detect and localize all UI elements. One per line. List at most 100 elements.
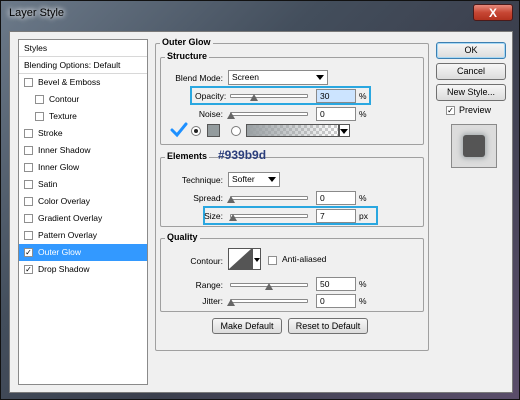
preview-swatch bbox=[463, 135, 485, 157]
ok-button[interactable]: OK bbox=[436, 42, 506, 59]
jitter-unit: % bbox=[359, 296, 367, 306]
styles-header[interactable]: Styles bbox=[19, 40, 147, 57]
style-checkbox[interactable] bbox=[24, 214, 33, 223]
styles-list: Styles Blending Options: Default Bevel &… bbox=[18, 39, 148, 385]
layer-style-window: Layer Style X Styles Blending Options: D… bbox=[0, 0, 520, 400]
jitter-slider[interactable] bbox=[227, 299, 308, 306]
cancel-button[interactable]: Cancel bbox=[436, 63, 506, 80]
style-item-label: Contour bbox=[49, 94, 80, 104]
quality-title: Quality bbox=[165, 232, 200, 242]
chevron-down-icon bbox=[340, 129, 348, 134]
preview-thumbnail bbox=[451, 124, 497, 168]
style-checkbox[interactable] bbox=[24, 231, 33, 240]
opacity-slider-thumb[interactable] bbox=[249, 94, 258, 101]
opacity-input[interactable]: 30 bbox=[316, 89, 356, 103]
style-item-label: Texture bbox=[49, 111, 77, 121]
gradient-picker[interactable] bbox=[246, 124, 339, 137]
style-item-label: Bevel & Emboss bbox=[38, 77, 101, 87]
style-checkbox[interactable] bbox=[24, 197, 33, 206]
noise-slider-thumb[interactable] bbox=[227, 112, 235, 119]
anti-aliased-checkbox[interactable] bbox=[268, 256, 277, 265]
opacity-unit: % bbox=[359, 91, 367, 101]
style-checkbox[interactable] bbox=[35, 95, 44, 104]
style-item-contour[interactable]: Contour bbox=[19, 91, 147, 108]
style-checkbox[interactable] bbox=[24, 163, 33, 172]
style-item-label: Outer Glow bbox=[38, 247, 81, 257]
close-button[interactable]: X bbox=[473, 4, 513, 21]
blend-mode-select[interactable]: Screen bbox=[228, 70, 328, 85]
style-item-texture[interactable]: Texture bbox=[19, 108, 147, 125]
technique-select[interactable]: Softer bbox=[228, 172, 280, 187]
contour-label: Contour: bbox=[190, 256, 223, 266]
range-unit: % bbox=[359, 279, 367, 289]
size-input[interactable]: 7 bbox=[316, 209, 356, 223]
glow-color-swatch[interactable] bbox=[207, 124, 220, 137]
noise-input[interactable]: 0 bbox=[316, 107, 356, 121]
style-item-satin[interactable]: Satin bbox=[19, 176, 147, 193]
checkmark-icon bbox=[170, 122, 188, 138]
style-item-label: Stroke bbox=[38, 128, 63, 138]
reset-default-button[interactable]: Reset to Default bbox=[288, 318, 368, 334]
style-item-label: Pattern Overlay bbox=[38, 230, 98, 240]
contour-dropdown[interactable] bbox=[252, 248, 261, 270]
spread-input[interactable]: 0 bbox=[316, 191, 356, 205]
new-style-button[interactable]: New Style... bbox=[436, 84, 506, 101]
title-bar[interactable]: Layer Style X bbox=[1, 1, 520, 27]
style-item-pattern-overlay[interactable]: Pattern Overlay bbox=[19, 227, 147, 244]
preview-checkbox[interactable]: ✓ bbox=[446, 106, 455, 115]
noise-unit: % bbox=[359, 109, 367, 119]
size-slider-thumb[interactable] bbox=[229, 214, 238, 221]
style-checkbox[interactable] bbox=[24, 180, 33, 189]
chevron-down-icon bbox=[316, 75, 324, 80]
spread-slider[interactable] bbox=[227, 196, 308, 203]
style-item-inner-glow[interactable]: Inner Glow bbox=[19, 159, 147, 176]
window-title: Layer Style bbox=[9, 7, 65, 19]
style-item-gradient-overlay[interactable]: Gradient Overlay bbox=[19, 210, 147, 227]
spread-label: Spread: bbox=[193, 193, 223, 203]
jitter-input[interactable]: 0 bbox=[316, 294, 356, 308]
size-label: Size: bbox=[204, 211, 223, 221]
style-item-label: Drop Shadow bbox=[38, 264, 90, 274]
range-slider-thumb[interactable] bbox=[265, 283, 273, 290]
style-checkbox[interactable] bbox=[24, 129, 33, 138]
jitter-slider-thumb[interactable] bbox=[227, 299, 235, 306]
spread-slider-thumb[interactable] bbox=[227, 196, 235, 203]
size-slider[interactable] bbox=[229, 214, 308, 221]
anti-aliased-label: Anti-aliased bbox=[282, 254, 327, 264]
style-item-stroke[interactable]: Stroke bbox=[19, 125, 147, 142]
make-default-button[interactable]: Make Default bbox=[212, 318, 282, 334]
style-checkbox[interactable]: ✓ bbox=[24, 248, 33, 257]
preview-label: Preview bbox=[459, 105, 492, 115]
style-checkbox[interactable] bbox=[35, 112, 44, 121]
gradient-dropdown[interactable] bbox=[339, 124, 350, 137]
style-item-inner-shadow[interactable]: Inner Shadow bbox=[19, 142, 147, 159]
spread-unit: % bbox=[359, 193, 367, 203]
style-item-label: Gradient Overlay bbox=[38, 213, 103, 223]
gradient-radio[interactable] bbox=[231, 126, 241, 136]
style-item-outer-glow[interactable]: ✓ Outer Glow bbox=[19, 244, 147, 261]
range-input[interactable]: 50 bbox=[316, 277, 356, 291]
structure-title: Structure bbox=[165, 51, 210, 61]
style-item-drop-shadow[interactable]: ✓ Drop Shadow bbox=[19, 261, 147, 278]
style-item-label: Satin bbox=[38, 179, 58, 189]
style-checkbox[interactable] bbox=[24, 146, 33, 155]
opacity-slider[interactable] bbox=[230, 94, 308, 101]
range-slider[interactable] bbox=[230, 283, 308, 290]
contour-preview[interactable] bbox=[228, 248, 252, 270]
contour-curve-icon bbox=[229, 249, 251, 269]
style-checkbox[interactable]: ✓ bbox=[24, 265, 33, 274]
style-item-label: Color Overlay bbox=[38, 196, 90, 206]
size-unit: px bbox=[359, 211, 368, 221]
opacity-label: Opacity: bbox=[195, 91, 227, 101]
style-item-bevel-emboss[interactable]: Bevel & Emboss bbox=[19, 74, 147, 91]
solid-color-radio[interactable] bbox=[191, 126, 201, 136]
style-item-color-overlay[interactable]: Color Overlay bbox=[19, 193, 147, 210]
color-annotation: #939b9d bbox=[218, 148, 267, 162]
outer-glow-title: Outer Glow bbox=[160, 37, 213, 47]
style-checkbox[interactable] bbox=[24, 78, 33, 87]
chevron-down-icon bbox=[268, 177, 276, 182]
blending-options[interactable]: Blending Options: Default bbox=[19, 57, 147, 74]
noise-slider[interactable] bbox=[227, 112, 308, 119]
close-icon: X bbox=[488, 5, 497, 20]
technique-label: Technique: bbox=[181, 175, 223, 185]
